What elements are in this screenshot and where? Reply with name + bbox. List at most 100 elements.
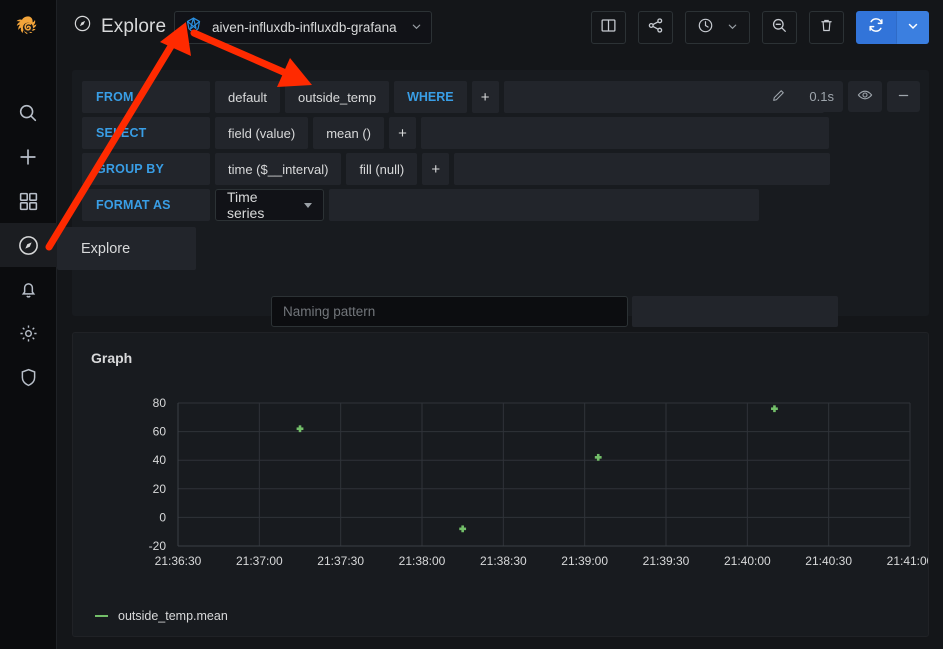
add-where-clause-button[interactable]: + [471, 81, 499, 113]
sidebar-item-dashboards[interactable] [0, 179, 57, 223]
x-axis-tick-label: 21:38:30 [480, 554, 527, 568]
group-by-fill-segment[interactable]: fill (null) [346, 153, 418, 185]
graph-panel: Graph 80 60 40 20 0 -20 21:36:30 21:37:00 21:37:… [72, 332, 929, 637]
format-as-value: Time series [227, 189, 265, 221]
grafana-logo-icon[interactable] [8, 9, 48, 49]
sidebar-tooltip-explore: Explore [57, 227, 196, 270]
legend-color-swatch [95, 615, 108, 617]
add-select-part-button[interactable]: + [389, 117, 416, 149]
select-field-segment[interactable]: field (value) [215, 117, 309, 149]
from-policy-segment[interactable]: default [215, 81, 281, 113]
where-keyword-segment: WHERE [394, 81, 467, 113]
compass-icon [17, 234, 40, 257]
compass-icon [73, 14, 92, 39]
share-button[interactable] [638, 11, 673, 44]
y-axis-tick-label: -20 [149, 539, 167, 553]
chevron-down-icon [304, 202, 312, 208]
split-pane-button[interactable] [591, 11, 626, 44]
x-axis-tick-label: 21:37:30 [317, 554, 364, 568]
sidebar-item-search[interactable] [0, 91, 57, 135]
run-query-interval-button[interactable] [896, 11, 929, 44]
y-axis-tick-label: 60 [153, 425, 167, 439]
influxdb-icon [184, 16, 203, 40]
sidebar-tooltip-label: Explore [81, 240, 131, 257]
data-point[interactable] [459, 525, 467, 533]
query-row-actions: 0.1s [762, 81, 920, 112]
query-row-from: FROM default outside_temp WHERE + [82, 81, 824, 113]
alias-row-filler [632, 296, 838, 327]
chevron-down-icon[interactable] [411, 21, 422, 35]
data-point[interactable] [771, 405, 778, 413]
y-axis-tick-label: 0 [159, 510, 166, 524]
query-row-label-group-by: GROUP BY [82, 153, 210, 185]
query-row-label-select: SELECT [82, 117, 210, 149]
x-axis-tick-label: 21:40:30 [805, 554, 852, 568]
query-editor-panel: FROM default outside_temp WHERE + SELECT… [72, 70, 929, 375]
split-pane-icon [600, 17, 617, 39]
select-row-filler [421, 117, 829, 149]
bell-icon [18, 279, 39, 300]
format-as-select[interactable]: Time series [215, 189, 324, 221]
search-icon [17, 102, 39, 124]
query-row-label-format-as: FORMAT AS [82, 189, 210, 221]
toggle-query-visibility-button[interactable] [848, 81, 882, 112]
explore-toolbar: Explore aiven-influxdb-influxdb-grafana [57, 0, 943, 57]
eye-icon [857, 87, 873, 106]
alias-input[interactable]: Naming pattern [271, 296, 628, 327]
toggle-text-edit-mode-button[interactable] [762, 81, 796, 112]
minus-icon [896, 88, 911, 106]
y-axis-tick-label: 80 [153, 396, 167, 410]
run-query-button[interactable] [856, 11, 896, 44]
chevron-down-icon [727, 21, 738, 35]
datasource-name: aiven-influxdb-influxdb-grafana [212, 20, 397, 35]
x-axis-tick-label: 21:41:00 [887, 554, 928, 568]
query-row-format-as: FORMAT AS Time series [82, 189, 759, 221]
sidebar-item-configuration[interactable] [0, 311, 57, 355]
x-axis-tick-label: 21:38:00 [399, 554, 446, 568]
y-axis-tick-label: 20 [153, 482, 167, 496]
select-aggregation-segment[interactable]: mean () [313, 117, 384, 149]
group-by-row-filler [454, 153, 831, 185]
run-query-split-button [856, 11, 929, 44]
x-axis-tick-label: 21:39:30 [643, 554, 690, 568]
toolbar-actions [591, 11, 929, 44]
time-range-picker[interactable] [685, 11, 750, 44]
sidebar-item-alerting[interactable] [0, 267, 57, 311]
legend-series-label: outside_temp.mean [118, 609, 228, 623]
format-as-row-filler [329, 189, 759, 221]
remove-query-button[interactable] [887, 81, 920, 112]
sidebar-item-explore[interactable] [0, 223, 57, 267]
query-row-label-from: FROM [82, 81, 210, 113]
query-row-select: SELECT field (value) mean () + [82, 117, 829, 149]
grafana-explore-page: Explore aiven-influxdb-influxdb-grafana [0, 0, 943, 649]
x-axis-tick-label: 21:37:00 [236, 554, 283, 568]
pencil-icon [771, 88, 786, 106]
chevron-down-icon [907, 19, 919, 37]
clear-all-button[interactable] [809, 11, 844, 44]
datasource-picker[interactable]: aiven-influxdb-influxdb-grafana [174, 11, 432, 44]
trash-icon [818, 17, 835, 39]
main-navigation-sidebar [0, 0, 57, 649]
page-title: Explore [73, 14, 166, 39]
refresh-icon [867, 16, 885, 39]
group-by-time-segment[interactable]: time ($__interval) [215, 153, 342, 185]
query-duration-label: 0.1s [800, 81, 843, 112]
graph-plot[interactable]: 80 60 40 20 0 -2021:36:30 21:37:00 21:37:30 21:3… [73, 373, 928, 593]
gear-icon [18, 323, 39, 344]
dashboards-grid-icon [18, 191, 39, 212]
graph-legend: outside_temp.mean [95, 609, 228, 623]
x-axis-tick-label: 21:39:00 [561, 554, 608, 568]
from-measurement-segment[interactable]: outside_temp [285, 81, 390, 113]
page-title-label: Explore [101, 15, 167, 37]
add-group-by-part-button[interactable]: + [422, 153, 450, 185]
share-icon [647, 17, 664, 39]
sidebar-item-create[interactable] [0, 135, 57, 179]
x-axis-tick-label: 21:40:00 [724, 554, 771, 568]
panel-title: Graph [91, 350, 133, 366]
plus-icon [17, 146, 39, 168]
sidebar-item-server-admin[interactable] [0, 355, 57, 399]
zoom-out-button[interactable] [762, 11, 797, 44]
zoom-out-icon [771, 17, 788, 39]
shield-icon [18, 367, 39, 388]
x-axis-tick-label: 21:36:30 [155, 554, 202, 568]
